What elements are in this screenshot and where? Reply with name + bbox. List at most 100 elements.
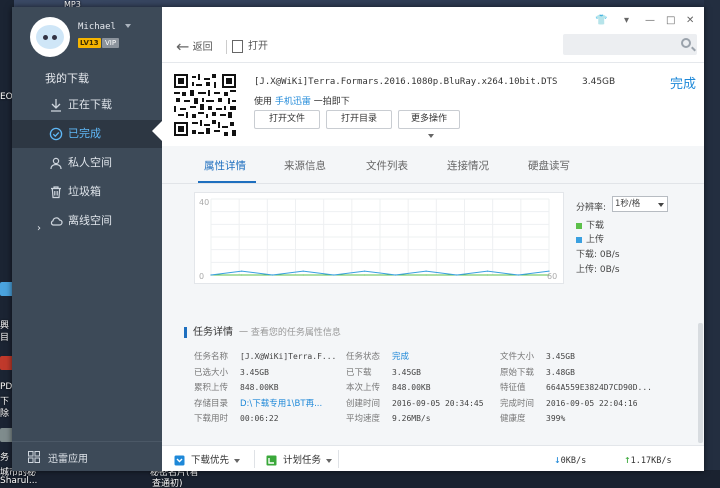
download-speed-indicator: ↓0KB/s: [554, 453, 586, 466]
avatar-eye: [43, 35, 48, 40]
task-property: 文件大小 3.45GB: [500, 350, 575, 362]
open-file-button[interactable]: 打开文件: [254, 110, 320, 129]
task-property: 平均速度 9.26MB/s: [346, 412, 431, 424]
property-value: 2016-09-05 20:34:45: [392, 398, 484, 408]
task-property: 健康度 399%: [500, 412, 565, 424]
property-value: 664A559E3824D7CD90D...: [546, 383, 652, 392]
up-arrow-icon: ↑: [624, 453, 631, 466]
minimize-icon[interactable]: —: [645, 15, 655, 26]
status-bar: 下载优先 计划任务 ↓0KB/s ↑1.17KB/s: [162, 445, 704, 471]
upload-speed-value: 1.17KB/s: [630, 456, 672, 466]
user-menu-arrow-icon[interactable]: [125, 24, 131, 28]
chart-grid: [210, 198, 550, 276]
status-badge: 完成: [670, 77, 697, 92]
avatar[interactable]: [30, 17, 70, 57]
tab-properties[interactable]: 属性详情: [204, 158, 246, 173]
sidebar-item-downloading[interactable]: 正在下载: [12, 91, 162, 119]
open-folder-button[interactable]: 打开目录: [326, 110, 392, 129]
task-property: 创建时间 2016-09-05 20:34:45: [346, 397, 484, 409]
download-point: [241, 274, 243, 276]
scan-prefix: 使用: [254, 97, 273, 107]
back-button[interactable]: ← 返回: [176, 38, 213, 56]
tab-connections[interactable]: 连接情况: [447, 158, 489, 173]
sidebar-item-label: 正在下载: [68, 98, 112, 111]
property-key: 创建时间: [346, 398, 381, 409]
property-value: 848.00KB: [240, 383, 279, 392]
nav-title: 我的下载: [45, 72, 89, 85]
schedule-icon: [266, 455, 277, 466]
property-key: 健康度: [500, 414, 526, 424]
sidebar-item-label: 私人空间: [68, 156, 112, 169]
sidebar-item-label: 离线空间: [68, 214, 112, 227]
search-input[interactable]: [563, 34, 697, 55]
resolution-select[interactable]: 1秒/格: [612, 196, 668, 212]
legend-upload-label: 上传: [586, 235, 605, 245]
main-menu-icon[interactable]: ▾: [624, 15, 629, 26]
xunlei-window: Michael LV13 VIP 我的下载 正在下载 已完成 私人空间 垃圾箱 …: [12, 7, 704, 471]
y-tick-label-bottom: 0: [199, 272, 204, 281]
open-button[interactable]: 打开: [232, 38, 268, 56]
top-bar: 👕 ▾ — □ ✕ ← 返回 打开: [162, 7, 704, 63]
download-point: [364, 274, 366, 276]
property-value: 00:06:22: [240, 414, 279, 423]
chevron-right-icon[interactable]: ›: [37, 215, 41, 243]
property-value: 3.48GB: [546, 367, 575, 377]
check-circle-icon: [49, 127, 63, 141]
file-name: [J.X@WiKi]Terra.Formars.2016.1080p.BluRa…: [254, 77, 558, 87]
property-key: 平均速度: [346, 414, 381, 424]
main-panel: 👕 ▾ — □ ✕ ← 返回 打开 [J.X@WiKi]Terra.Formar…: [162, 7, 704, 471]
sidebar-item-private-space[interactable]: 私人空间: [12, 149, 162, 177]
skin-icon[interactable]: 👕: [595, 15, 607, 26]
desktop-label: 查通初): [152, 479, 183, 488]
task-property: 存储目录 D:\下载专用1\BT再...: [194, 397, 322, 409]
download-priority-button[interactable]: 下载优先: [174, 452, 241, 466]
property-value: 9.26MB/s: [392, 414, 431, 423]
upload-point: [333, 274, 335, 276]
apps-label: 迅雷应用: [48, 454, 88, 465]
sidebar-item-trash[interactable]: 垃圾箱: [12, 178, 162, 206]
username[interactable]: Michael: [78, 22, 116, 32]
tab-file-list[interactable]: 文件列表: [366, 158, 408, 173]
user-icon: [50, 157, 62, 170]
scheduled-task-button[interactable]: 计划任务: [266, 452, 333, 466]
property-key: 完成时间: [500, 398, 535, 409]
desktop-label: 目: [0, 333, 10, 343]
x-tick-label-right: 60: [547, 272, 557, 281]
close-icon[interactable]: ✕: [686, 15, 694, 26]
cloud-icon: [50, 217, 63, 226]
task-property: 本次上传 848.00KB: [346, 381, 431, 393]
sidebar-item-completed[interactable]: 已完成: [12, 120, 162, 148]
property-key: 特征值: [500, 383, 526, 393]
task-details-title: 任务详情: [193, 327, 233, 338]
active-indicator: [152, 121, 162, 141]
upload-swatch: [576, 236, 582, 243]
apps-button[interactable]: 迅雷应用: [12, 441, 162, 471]
upload-point: [456, 274, 458, 276]
section-marker: [184, 326, 187, 338]
upload-speed-indicator: ↑1.17KB/s: [624, 453, 672, 466]
scrollbar[interactable]: [698, 323, 703, 443]
maximize-icon[interactable]: □: [666, 15, 675, 26]
property-value: 完成: [392, 352, 410, 362]
vip-badge[interactable]: VIP: [102, 38, 120, 48]
download-speed-value: 0KB/s: [560, 456, 587, 466]
resolution-label: 分辨率:: [576, 203, 607, 213]
task-property: 下载用时 00:06:22: [194, 412, 279, 424]
mobile-xunlei-link[interactable]: 手机迅雷: [275, 97, 311, 107]
level-badge: LV13: [78, 38, 101, 48]
y-tick-label-top: 40: [199, 198, 209, 207]
grid-apps-icon: [28, 451, 40, 463]
sidebar-item-offline-space[interactable]: › 离线空间: [12, 207, 162, 235]
down-arrow-icon: ↓: [554, 453, 561, 466]
details-area: 属性详情 来源信息 文件列表 连接情况 硬盘读写 40 0 60 分辨率: 1秒…: [162, 146, 704, 466]
tab-source-info[interactable]: 来源信息: [284, 158, 326, 173]
task-property: 已选大小 3.45GB: [194, 366, 269, 378]
more-actions-button[interactable]: 更多操作: [398, 110, 460, 138]
tab-disk-io[interactable]: 硬盘读写: [528, 158, 570, 173]
back-label: 返回: [192, 42, 213, 53]
search-icon[interactable]: [681, 38, 691, 48]
property-value[interactable]: D:\下载专用1\BT再...: [240, 399, 322, 409]
tab-bar: 属性详情 来源信息 文件列表 连接情况 硬盘读写: [162, 146, 704, 184]
legend-download: 下载: [576, 218, 604, 231]
desktop-label: EO: [0, 92, 13, 102]
